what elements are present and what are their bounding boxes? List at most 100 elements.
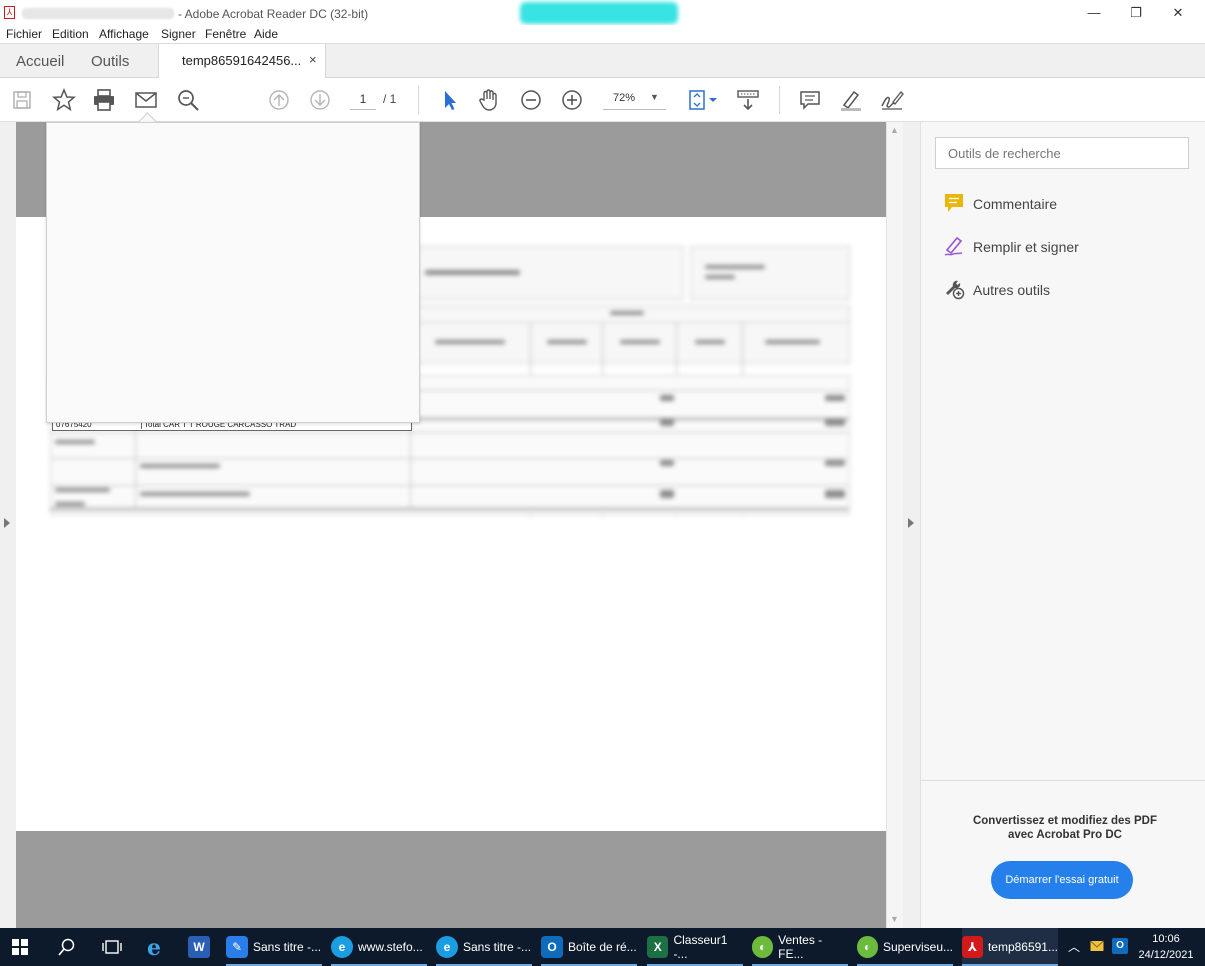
page-down-icon[interactable] bbox=[307, 87, 333, 113]
tool-remplir-et-signer[interactable]: Remplir et signer bbox=[943, 234, 1079, 260]
taskbar-app-edge-1[interactable]: e www.stefo... bbox=[331, 928, 427, 966]
taskbar-app-label: Boîte de ré... bbox=[568, 940, 637, 954]
select-cursor-icon[interactable] bbox=[436, 87, 462, 113]
right-panel-toggle[interactable] bbox=[903, 122, 920, 928]
tray-chevron-up-icon[interactable]: ︿ bbox=[1068, 938, 1080, 955]
chevron-right-icon bbox=[908, 518, 914, 528]
outlook-icon: O bbox=[541, 936, 563, 958]
highlight-pen-icon[interactable] bbox=[838, 87, 864, 113]
tab-accueil[interactable]: Accueil bbox=[16, 53, 64, 70]
edge-icon: e bbox=[331, 936, 353, 958]
vertical-scrollbar[interactable]: ▲ ▼ bbox=[886, 122, 903, 928]
sign-icon[interactable] bbox=[879, 87, 905, 113]
page-up-icon[interactable] bbox=[266, 87, 292, 113]
acrobat-app-icon: ⅄ bbox=[4, 6, 15, 19]
page-number-input[interactable] bbox=[350, 89, 376, 110]
scroll-up-icon[interactable]: ▲ bbox=[890, 125, 899, 135]
search-icon[interactable] bbox=[58, 938, 76, 959]
search-zoom-icon[interactable] bbox=[175, 87, 201, 113]
menu-bar: Fichier Edition Affichage Signer Fenêtre… bbox=[0, 25, 1205, 43]
edge-icon: e bbox=[436, 936, 458, 958]
toolbar-divider bbox=[418, 86, 419, 114]
tool-label: Autres outils bbox=[973, 282, 1051, 298]
start-trial-button[interactable]: Démarrer l'essai gratuit bbox=[991, 861, 1133, 899]
taskbar-app-label: Sans titre -... bbox=[463, 940, 532, 954]
clock-date: 24/12/2021 bbox=[1138, 949, 1194, 961]
left-panel-toggle[interactable] bbox=[0, 122, 16, 928]
clock-time: 10:06 bbox=[1152, 933, 1180, 945]
word-icon[interactable]: W bbox=[188, 936, 210, 958]
panel-divider bbox=[921, 780, 1205, 781]
app-green-icon: ◐ bbox=[752, 936, 774, 958]
email-icon[interactable] bbox=[133, 87, 159, 113]
save-icon[interactable] bbox=[9, 87, 35, 113]
acrobat-icon: ⅄ bbox=[962, 936, 983, 958]
tool-autres-outils[interactable]: Autres outils bbox=[943, 277, 1050, 303]
chevron-down-icon: ▼ bbox=[650, 92, 659, 102]
tabs-bar: Accueil Outils temp86591642456... × bbox=[0, 43, 1205, 78]
promo-text: Convertissez et modifiez des PDF avec Ac… bbox=[941, 814, 1189, 842]
promo-line-1: Convertissez et modifiez des PDF bbox=[972, 815, 1158, 827]
zoom-value: 72% bbox=[613, 92, 636, 104]
zoom-in-icon[interactable] bbox=[559, 87, 585, 113]
tool-label: Commentaire bbox=[973, 196, 1058, 212]
windows-start-icon[interactable] bbox=[12, 939, 28, 958]
print-icon[interactable] bbox=[91, 87, 117, 113]
star-icon[interactable] bbox=[51, 87, 77, 113]
hand-icon[interactable] bbox=[476, 87, 502, 113]
tool-label: Remplir et signer bbox=[973, 239, 1079, 255]
paint-icon: ✎ bbox=[226, 936, 248, 958]
excel-icon: X bbox=[647, 936, 669, 958]
restore-button[interactable]: ❐ bbox=[1121, 3, 1151, 23]
menu-signer[interactable]: Signer bbox=[161, 27, 196, 41]
page-background bbox=[16, 831, 886, 928]
taskbar-app-outlook[interactable]: O Boîte de ré... bbox=[541, 928, 637, 966]
menu-affichage[interactable]: Affichage bbox=[99, 27, 149, 41]
taskbar-app-label: temp86591... bbox=[987, 940, 1058, 954]
toolbar-divider bbox=[779, 86, 780, 114]
menu-fichier[interactable]: Fichier bbox=[6, 27, 42, 41]
close-tab-icon[interactable]: × bbox=[309, 52, 317, 67]
comment-icon[interactable] bbox=[797, 87, 823, 113]
taskbar-app-label: Classeur1 -... bbox=[673, 933, 728, 961]
email-popup[interactable] bbox=[46, 122, 420, 423]
minimize-button[interactable]: — bbox=[1079, 3, 1109, 23]
tools-pane: Commentaire Remplir et signer Autres out… bbox=[920, 122, 1205, 928]
tool-search-input[interactable] bbox=[935, 137, 1189, 169]
page-total: / 1 bbox=[383, 92, 397, 106]
taskbar-app-ventes[interactable]: ◐ Ventes - FE... bbox=[752, 928, 848, 966]
app-green-icon: ◐ bbox=[857, 936, 878, 958]
zoom-out-icon[interactable] bbox=[518, 87, 544, 113]
fit-page-icon[interactable] bbox=[686, 87, 720, 113]
title-bar: ⅄ - Adobe Acrobat Reader DC (32-bit) — ❐… bbox=[0, 0, 1205, 25]
outlook-tray-icon[interactable]: O bbox=[1112, 938, 1128, 954]
toolbar: / 1 72% ▼ bbox=[0, 78, 1205, 122]
close-window-button[interactable]: ✕ bbox=[1163, 3, 1193, 23]
taskbar-app-edge-2[interactable]: e Sans titre -... bbox=[436, 928, 532, 966]
chevron-right-icon bbox=[4, 518, 10, 528]
internet-explorer-icon[interactable]: e bbox=[147, 935, 161, 961]
scroll-mode-icon[interactable] bbox=[735, 87, 761, 113]
more-tools-icon bbox=[943, 278, 965, 303]
clock[interactable]: 10:06 24/12/2021 bbox=[1136, 931, 1196, 963]
taskbar-app-paint[interactable]: ✎ Sans titre -... bbox=[226, 928, 322, 966]
redacted-filename bbox=[22, 8, 174, 19]
menu-edition[interactable]: Edition bbox=[52, 27, 89, 41]
menu-aide[interactable]: Aide bbox=[254, 27, 278, 41]
windows-taskbar: e W ✎ Sans titre -... e www.stefo... e S… bbox=[0, 928, 1205, 966]
tab-outils[interactable]: Outils bbox=[91, 53, 129, 70]
document-tab-label: temp86591642456... bbox=[182, 53, 302, 68]
tool-commentaire[interactable]: Commentaire bbox=[943, 191, 1057, 217]
fill-sign-icon bbox=[943, 235, 965, 260]
comment-icon bbox=[943, 192, 965, 217]
task-view-icon[interactable] bbox=[102, 939, 122, 958]
mail-tray-icon[interactable] bbox=[1090, 940, 1104, 955]
menu-fenetre[interactable]: Fenêtre bbox=[205, 27, 246, 41]
taskbar-app-excel[interactable]: X Classeur1 -... bbox=[647, 928, 743, 966]
window-title: - Adobe Acrobat Reader DC (32-bit) bbox=[178, 7, 369, 21]
taskbar-app-superviseur[interactable]: ◐ Superviseu... bbox=[857, 928, 953, 966]
scroll-down-icon[interactable]: ▼ bbox=[890, 914, 899, 924]
taskbar-app-acrobat[interactable]: ⅄ temp86591... bbox=[962, 928, 1058, 966]
tab-document[interactable]: temp86591642456... × bbox=[158, 44, 326, 78]
zoom-select[interactable]: 72% ▼ bbox=[603, 89, 666, 110]
